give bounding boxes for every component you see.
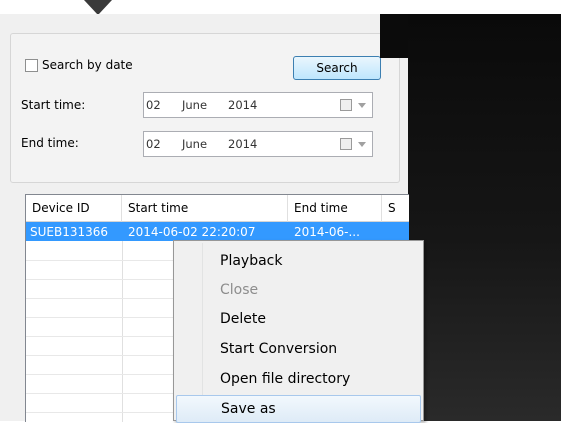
column-header-start-time[interactable]: Start time [122,195,288,222]
end-year[interactable]: 2014 [228,137,257,151]
column-header-s[interactable]: S [382,195,409,222]
end-time-row: End time: [21,136,79,150]
start-time-cell: 2014-06-02 22:20:07 [128,224,256,239]
video-preview-area [408,14,561,421]
selected-table-row[interactable]: SUEB131366 2014-06-02 22:20:07 2014-06-.… [26,222,409,241]
menu-item-delete[interactable]: Delete [176,305,421,333]
end-month[interactable]: June [182,137,207,151]
menu-item-playback[interactable]: Playback [176,247,421,275]
menu-item-close[interactable]: Close [176,276,421,304]
column-header-end-time[interactable]: End time [288,195,382,222]
search-by-date-checkbox[interactable] [25,58,38,72]
start-year[interactable]: 2014 [228,98,257,112]
context-menu: Playback Close Delete Start Conversion O… [173,240,424,423]
search-button[interactable]: Search [293,56,381,80]
end-time-label: End time: [21,136,79,150]
end-day[interactable]: 02 [146,137,161,151]
calendar-icon[interactable] [340,99,352,111]
calendar-icon[interactable] [340,138,352,150]
search-group: Search by date Search Start time: 02 Jun… [10,33,400,183]
menu-item-open-file-directory[interactable]: Open file directory [176,365,421,393]
search-by-date-label: Search by date [42,58,133,72]
start-month[interactable]: June [182,98,207,112]
end-time-cell: 2014-06-... [294,224,360,239]
menu-item-start-conversion[interactable]: Start Conversion [176,335,421,363]
start-day[interactable]: 02 [146,98,161,112]
chevron-down-icon[interactable] [358,103,366,108]
start-date-picker[interactable]: 02 June 2014 [143,92,373,118]
search-by-date-option[interactable]: Search by date [25,58,133,72]
end-date-picker[interactable]: 02 June 2014 [143,131,373,157]
pointer-arrow-icon [84,0,112,15]
start-time-row: Start time: [21,98,85,112]
column-header-device-id[interactable]: Device ID [26,195,122,222]
start-time-label: Start time: [21,98,86,112]
chevron-down-icon[interactable] [358,142,366,147]
menu-item-save-as[interactable]: Save as [176,395,421,423]
device-id-cell: SUEB131366 [30,224,109,239]
